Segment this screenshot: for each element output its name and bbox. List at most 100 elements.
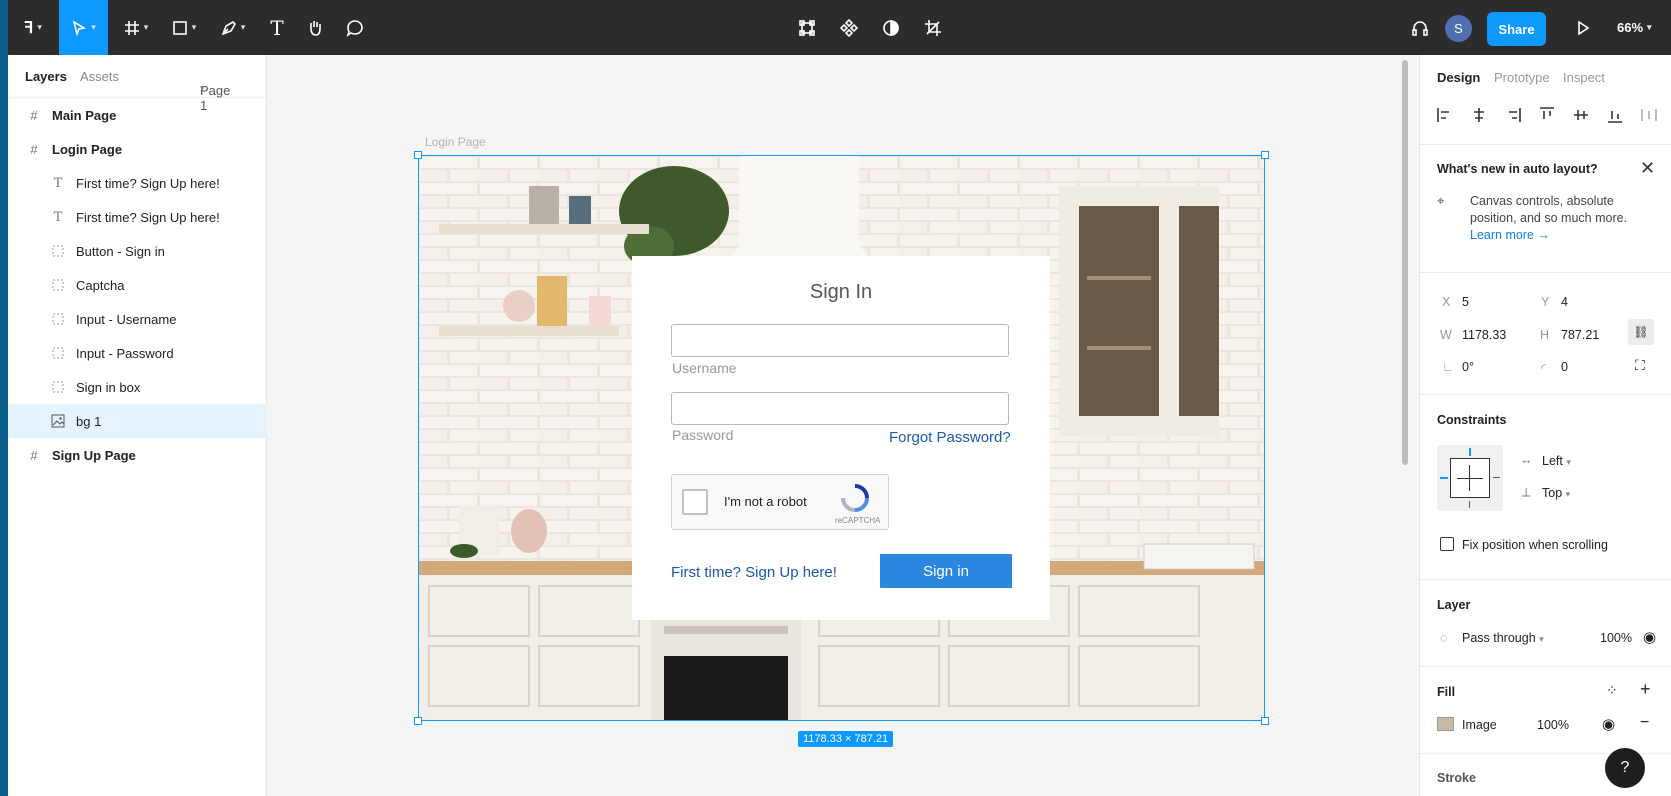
group-icon bbox=[50, 311, 66, 327]
tab-prototype[interactable]: Prototype bbox=[1494, 70, 1550, 85]
align-top-button[interactable] bbox=[1537, 105, 1557, 125]
resize-handle-bottom-right[interactable] bbox=[1261, 717, 1269, 725]
image-layer-icon bbox=[50, 413, 66, 429]
layer-opacity-input[interactable]: 100% bbox=[1600, 631, 1632, 645]
tab-layers[interactable]: Layers bbox=[25, 69, 67, 84]
rotation-icon: ∟ bbox=[1442, 360, 1455, 374]
align-right-icon bbox=[1509, 108, 1521, 122]
edit-object-button[interactable] bbox=[792, 0, 822, 55]
fill-opacity-input[interactable]: 100% bbox=[1537, 718, 1569, 732]
radius-input[interactable]: 0 bbox=[1561, 360, 1568, 374]
layer-row-input-username[interactable]: Input - Username bbox=[8, 302, 267, 336]
tab-inspect[interactable]: Inspect bbox=[1563, 70, 1605, 85]
share-button[interactable]: Share bbox=[1487, 12, 1546, 46]
align-vertical-center-button[interactable] bbox=[1571, 105, 1591, 125]
zoom-dropdown[interactable]: 66% ▾ bbox=[1617, 0, 1652, 55]
x-input[interactable]: 5 bbox=[1462, 295, 1469, 309]
layer-row-button-sign-in[interactable]: Button - Sign in bbox=[8, 234, 267, 268]
frame-tool-button[interactable]: ▾ bbox=[116, 0, 156, 55]
layer-row-text[interactable]: T First time? Sign Up here! bbox=[8, 166, 267, 200]
align-left-button[interactable] bbox=[1435, 105, 1455, 125]
align-right-button[interactable] bbox=[1503, 105, 1523, 125]
resize-handle-top-left[interactable] bbox=[414, 151, 422, 159]
horizontal-constraint-value: Left bbox=[1542, 454, 1563, 468]
fill-visibility-icon[interactable]: ◉ bbox=[1602, 715, 1615, 733]
y-input[interactable]: 4 bbox=[1561, 295, 1568, 309]
resize-handle-bottom-left[interactable] bbox=[414, 717, 422, 725]
rotation-input[interactable]: 0° bbox=[1462, 360, 1474, 374]
w-input[interactable]: 1178.33 bbox=[1462, 328, 1506, 342]
align-bottom-button[interactable] bbox=[1605, 105, 1625, 125]
layer-row-input-password[interactable]: Input - Password bbox=[8, 336, 267, 370]
tab-design[interactable]: Design bbox=[1437, 70, 1480, 85]
play-icon bbox=[1578, 20, 1590, 35]
username-label: Username bbox=[672, 360, 737, 376]
present-button[interactable] bbox=[1568, 0, 1598, 55]
create-component-button[interactable] bbox=[834, 0, 864, 55]
captcha-brand: reCAPTCHA bbox=[835, 516, 881, 525]
password-input[interactable] bbox=[671, 392, 1009, 425]
horizontal-constraint-dropdown[interactable]: Left ▾ bbox=[1542, 454, 1571, 468]
layer-row-main-page[interactable]: # Main Page bbox=[8, 98, 267, 132]
layer-row-captcha[interactable]: Captcha bbox=[8, 268, 267, 302]
username-input[interactable] bbox=[671, 324, 1009, 357]
mask-button[interactable] bbox=[876, 0, 906, 55]
canvas-scrollbar[interactable] bbox=[1402, 60, 1408, 465]
constraints-widget[interactable] bbox=[1437, 445, 1503, 511]
close-icon[interactable]: ✕ bbox=[1640, 158, 1655, 179]
styles-grid-icon[interactable]: ⁘ bbox=[1606, 682, 1618, 699]
frame-icon bbox=[124, 20, 139, 35]
align-horizontal-center-button[interactable] bbox=[1469, 105, 1489, 125]
help-button[interactable]: ? bbox=[1605, 748, 1645, 788]
fill-type[interactable]: Image bbox=[1462, 718, 1497, 732]
captcha-checkbox[interactable] bbox=[682, 489, 708, 515]
layer-row-text[interactable]: T First time? Sign Up here! bbox=[8, 200, 267, 234]
remove-fill-icon[interactable]: − bbox=[1640, 714, 1649, 732]
distribute-button[interactable] bbox=[1639, 105, 1659, 125]
layer-row-login-page[interactable]: # Login Page bbox=[8, 132, 267, 166]
horizontal-constraint-icon: ↔ bbox=[1520, 453, 1533, 467]
align-left-icon bbox=[1437, 108, 1449, 122]
login-page-frame[interactable]: Sign In Username Password Forgot Passwor… bbox=[418, 155, 1265, 721]
independent-corners-icon[interactable]: ⛶ bbox=[1635, 357, 1645, 374]
user-avatar[interactable]: S bbox=[1445, 15, 1472, 42]
frame-title[interactable]: Login Page bbox=[425, 135, 486, 149]
layer-title: Layer bbox=[1437, 598, 1471, 612]
main-menu-button[interactable]: ꟻ ▾ bbox=[8, 0, 58, 55]
tab-assets[interactable]: Assets bbox=[80, 69, 119, 84]
vertical-constraint-dropdown[interactable]: Top ▾ bbox=[1542, 486, 1570, 500]
sign-in-button[interactable]: Sign in bbox=[880, 554, 1012, 588]
align-top-icon bbox=[1540, 107, 1554, 119]
layer-row-bg-1[interactable]: bg 1 bbox=[8, 404, 267, 438]
layer-row-sign-in-box[interactable]: Sign in box bbox=[8, 370, 267, 404]
fix-position-checkbox[interactable] bbox=[1440, 537, 1454, 551]
comment-icon bbox=[346, 19, 363, 37]
audio-chat-button[interactable] bbox=[1405, 0, 1435, 55]
hand-tool-button[interactable] bbox=[300, 0, 330, 55]
add-fill-icon[interactable]: + bbox=[1640, 679, 1651, 700]
crop-button[interactable] bbox=[918, 0, 948, 55]
y-label: Y bbox=[1541, 295, 1550, 309]
text-tool-button[interactable]: T bbox=[262, 0, 292, 55]
shape-tool-button[interactable]: ▾ bbox=[164, 0, 204, 55]
resize-handle-top-right[interactable] bbox=[1261, 151, 1269, 159]
design-canvas[interactable]: Login Page Sign In Username Password For… bbox=[268, 55, 1419, 796]
contrast-icon bbox=[883, 19, 899, 36]
move-tool-button[interactable]: ▾ bbox=[59, 0, 108, 55]
layer-label: Sign Up Page bbox=[52, 447, 136, 463]
frame-icon: # bbox=[30, 107, 38, 123]
sign-in-title: Sign In bbox=[809, 281, 873, 303]
pen-tool-button[interactable]: ▾ bbox=[212, 0, 254, 55]
layer-row-sign-up-page[interactable]: # Sign Up Page bbox=[8, 438, 267, 472]
h-input[interactable]: 787.21 bbox=[1561, 328, 1599, 342]
learn-more-link[interactable]: Learn more → bbox=[1470, 228, 1550, 242]
eye-icon[interactable]: ◉ bbox=[1643, 628, 1656, 646]
image-fill-swatch[interactable] bbox=[1437, 717, 1454, 731]
constrain-proportions-icon[interactable]: ⛓ bbox=[1628, 319, 1654, 345]
constraints-title: Constraints bbox=[1437, 413, 1507, 427]
sign-up-link[interactable]: First time? Sign Up here! bbox=[671, 564, 837, 581]
forgot-password-link[interactable]: Forgot Password? bbox=[889, 429, 1011, 446]
blend-mode-dropdown[interactable]: Pass through ▾ bbox=[1462, 631, 1544, 645]
comment-tool-button[interactable] bbox=[340, 0, 370, 55]
group-icon bbox=[50, 379, 66, 395]
